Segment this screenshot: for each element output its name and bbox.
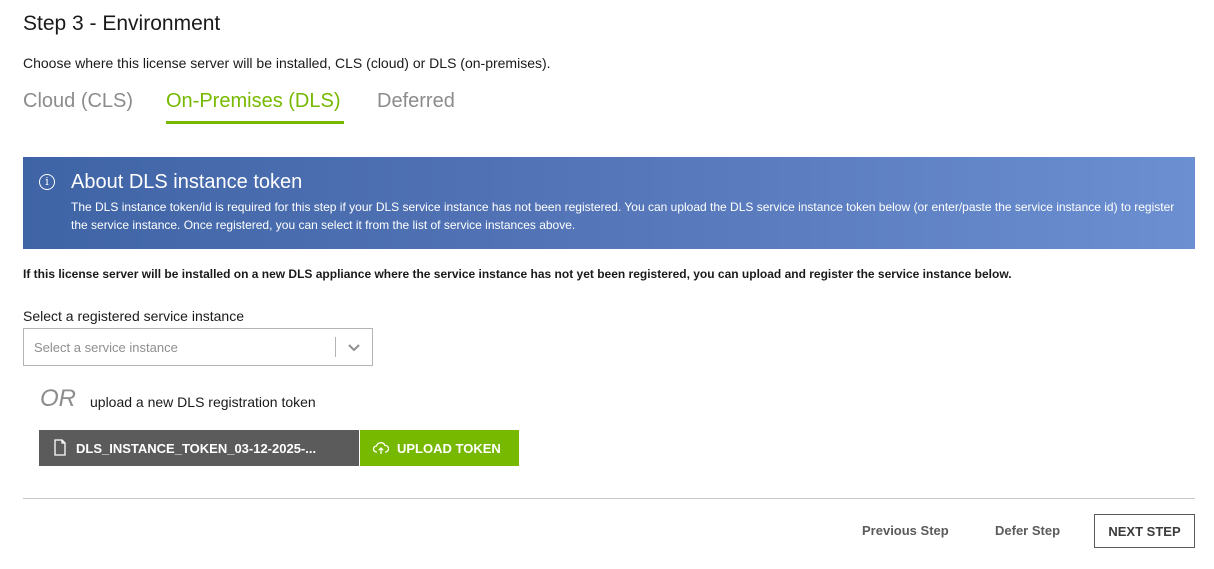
chevron-down-icon[interactable] (345, 338, 363, 356)
defer-step-button[interactable]: Defer Step (995, 523, 1060, 538)
page-title: Step 3 - Environment (23, 12, 221, 35)
tab-cloud-cls[interactable]: Cloud (CLS) (23, 90, 166, 125)
or-separator: OR (40, 385, 76, 412)
upload-description: upload a new DLS registration token (90, 394, 316, 410)
info-banner-title: About DLS instance token (71, 171, 303, 193)
upload-token-label: UPLOAD TOKEN (397, 441, 501, 456)
service-instance-placeholder: Select a service instance (34, 340, 178, 355)
service-instance-select[interactable]: Select a service instance (23, 328, 373, 366)
selected-token-file[interactable]: DLS_INSTANCE_TOKEN_03-12-2025-... (39, 430, 359, 466)
select-separator (335, 337, 336, 357)
upload-token-button[interactable]: UPLOAD TOKEN (360, 430, 519, 466)
info-banner: i About DLS instance token The DLS insta… (23, 157, 1195, 249)
next-step-button[interactable]: NEXT STEP (1094, 514, 1195, 548)
file-icon (54, 439, 66, 456)
tab-deferred[interactable]: Deferred (377, 90, 477, 125)
environment-tabs: Cloud (CLS) On-Premises (DLS) Deferred (23, 90, 477, 125)
step-description: Choose where this license server will be… (23, 55, 551, 71)
registration-note: If this license server will be installed… (23, 267, 1012, 281)
info-banner-body: The DLS instance token/id is required fo… (71, 200, 1175, 232)
footer-divider (23, 498, 1195, 499)
token-file-name: DLS_INSTANCE_TOKEN_03-12-2025-... (76, 441, 317, 456)
tab-on-premises-dls[interactable]: On-Premises (DLS) (166, 90, 377, 125)
cloud-upload-icon (372, 440, 390, 456)
previous-step-button[interactable]: Previous Step (862, 523, 949, 538)
service-instance-label: Select a registered service instance (23, 308, 244, 324)
info-icon: i (39, 174, 55, 190)
